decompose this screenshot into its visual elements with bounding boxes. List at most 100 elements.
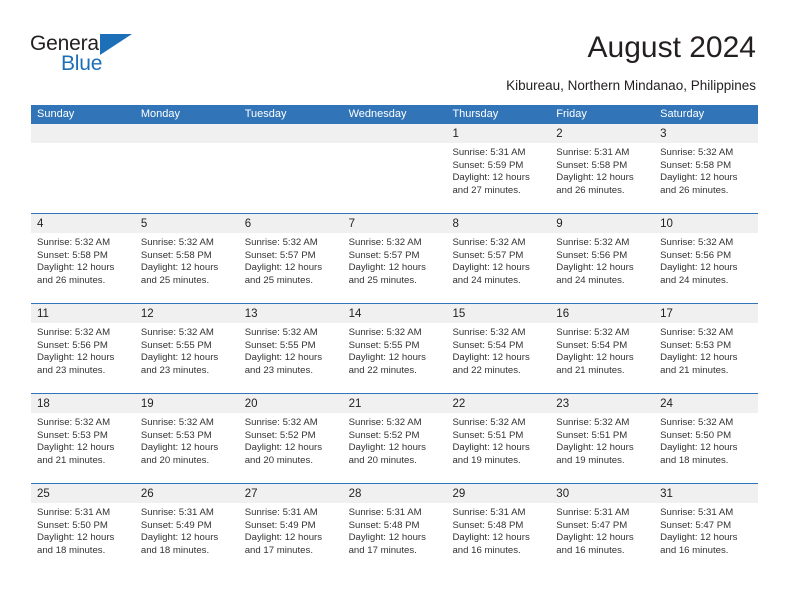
day-number-band: 30	[550, 484, 655, 503]
day-details: Sunrise: 5:32 AM Sunset: 5:54 PM Daylight:…	[446, 323, 550, 377]
day-number-band: 29	[446, 484, 551, 503]
calendar-day-cell[interactable]: 10 Sunrise: 5:32 AM Sunset: 5:56 PM Dayligh…	[654, 214, 759, 303]
daylight-text: Daylight: 12 hours and 24 minutes.	[660, 262, 738, 286]
day-number-band	[134, 124, 239, 143]
daylight-text: Daylight: 12 hours and 16 minutes.	[660, 532, 738, 556]
calendar-day-cell[interactable]: 27 Sunrise: 5:31 AM Sunset: 5:49 PM Dayligh…	[238, 484, 343, 573]
sunset-text: Sunset: 5:57 PM	[348, 249, 420, 261]
sunset-text: Sunset: 5:55 PM	[244, 339, 316, 351]
calendar-day-cell[interactable]: 20 Sunrise: 5:32 AM Sunset: 5:52 PM Dayligh…	[238, 394, 343, 483]
calendar-day-cell[interactable]: 6 Sunrise: 5:32 AM Sunset: 5:57 PM Daylight…	[238, 214, 343, 303]
day-details: Sunrise: 5:32 AM Sunset: 5:53 PM Daylight:…	[31, 413, 135, 467]
calendar-day-cell[interactable]: 2 Sunrise: 5:31 AM Sunset: 5:58 PM Daylight…	[550, 124, 655, 213]
day-details: Sunrise: 5:32 AM Sunset: 5:57 PM Daylight:…	[343, 233, 447, 287]
calendar-day-cell[interactable]: 19 Sunrise: 5:32 AM Sunset: 5:53 PM Dayligh…	[134, 394, 239, 483]
day-details: Sunrise: 5:32 AM Sunset: 5:52 PM Daylight:…	[343, 413, 447, 467]
generalblue-logo[interactable]: General Blue	[30, 33, 160, 81]
day-details: Sunrise: 5:31 AM Sunset: 5:48 PM Daylight:…	[446, 503, 550, 557]
day-number: 28	[348, 488, 362, 500]
day-number: 2	[556, 128, 563, 140]
day-number: 17	[660, 308, 673, 320]
day-details: Sunrise: 5:32 AM Sunset: 5:56 PM Daylight:…	[31, 323, 135, 377]
day-details: Sunrise: 5:31 AM Sunset: 5:48 PM Daylight:…	[343, 503, 447, 557]
calendar-day-cell-empty	[342, 124, 447, 213]
day-number: 29	[452, 488, 466, 500]
calendar-week-row: 25 Sunrise: 5:31 AM Sunset: 5:50 PM Dayligh…	[31, 483, 759, 573]
calendar-day-cell[interactable]: 7 Sunrise: 5:32 AM Sunset: 5:57 PM Daylight…	[342, 214, 447, 303]
sunset-text: Sunset: 5:54 PM	[556, 339, 628, 351]
calendar-day-cell[interactable]: 5 Sunrise: 5:32 AM Sunset: 5:58 PM Daylight…	[134, 214, 239, 303]
day-number: 23	[556, 398, 570, 410]
sunset-text: Sunset: 5:56 PM	[556, 249, 628, 261]
daylight-text: Daylight: 12 hours and 24 minutes.	[452, 262, 530, 286]
calendar-day-cell-empty	[31, 124, 135, 213]
calendar-day-cell[interactable]: 9 Sunrise: 5:32 AM Sunset: 5:56 PM Daylight…	[550, 214, 655, 303]
day-number-band: 11	[31, 304, 135, 323]
sunset-text: Sunset: 5:52 PM	[244, 429, 316, 441]
day-details: Sunrise: 5:32 AM Sunset: 5:53 PM Daylight:…	[135, 413, 239, 467]
daylight-text: Daylight: 12 hours and 25 minutes.	[140, 262, 219, 286]
day-number-band	[238, 124, 343, 143]
calendar-day-cell[interactable]: 17 Sunrise: 5:32 AM Sunset: 5:53 PM Dayligh…	[654, 304, 759, 393]
calendar-day-cell[interactable]: 23 Sunrise: 5:32 AM Sunset: 5:51 PM Dayligh…	[550, 394, 655, 483]
sunrise-text: Sunrise: 5:32 AM	[556, 237, 630, 248]
day-number: 24	[660, 398, 673, 410]
calendar-day-cell[interactable]: 4 Sunrise: 5:32 AM Sunset: 5:58 PM Daylight…	[31, 214, 135, 303]
calendar-day-cell[interactable]: 8 Sunrise: 5:32 AM Sunset: 5:57 PM Daylight…	[446, 214, 551, 303]
calendar-day-cell[interactable]: 31 Sunrise: 5:31 AM Sunset: 5:47 PM Dayligh…	[654, 484, 759, 573]
calendar-day-cell[interactable]: 1 Sunrise: 5:31 AM Sunset: 5:59 PM Daylight…	[446, 124, 551, 213]
day-details: Sunrise: 5:32 AM Sunset: 5:52 PM Daylight:…	[239, 413, 343, 467]
day-number: 20	[244, 398, 258, 410]
calendar-day-cell[interactable]: 15 Sunrise: 5:32 AM Sunset: 5:54 PM Dayligh…	[446, 304, 551, 393]
calendar-day-cell[interactable]: 28 Sunrise: 5:31 AM Sunset: 5:48 PM Dayligh…	[342, 484, 447, 573]
daylight-text: Daylight: 12 hours and 20 minutes.	[348, 442, 426, 466]
calendar-day-cell[interactable]: 21 Sunrise: 5:32 AM Sunset: 5:52 PM Dayligh…	[342, 394, 447, 483]
calendar-day-cell[interactable]: 30 Sunrise: 5:31 AM Sunset: 5:47 PM Dayligh…	[550, 484, 655, 573]
weekday-header-row: Sunday Monday Tuesday Wednesday Thursday Frid…	[31, 105, 758, 124]
daylight-text: Daylight: 12 hours and 26 minutes.	[556, 172, 634, 196]
day-number: 15	[452, 308, 466, 320]
day-number-band: 13	[238, 304, 343, 323]
day-details: Sunrise: 5:32 AM Sunset: 5:57 PM Daylight:…	[239, 233, 343, 287]
calendar-day-cell[interactable]: 16 Sunrise: 5:32 AM Sunset: 5:54 PM Dayligh…	[550, 304, 655, 393]
calendar-day-cell[interactable]: 24 Sunrise: 5:32 AM Sunset: 5:50 PM Dayligh…	[654, 394, 759, 483]
sunrise-text: Sunrise: 5:32 AM	[452, 327, 526, 338]
calendar-day-cell[interactable]: 26 Sunrise: 5:31 AM Sunset: 5:49 PM Dayligh…	[134, 484, 239, 573]
weekday-header-friday: Friday	[556, 108, 587, 120]
calendar-day-cell[interactable]: 11 Sunrise: 5:32 AM Sunset: 5:56 PM Dayligh…	[31, 304, 135, 393]
day-number-band: 28	[342, 484, 447, 503]
sunset-text: Sunset: 5:54 PM	[452, 339, 524, 351]
daylight-text: Daylight: 12 hours and 21 minutes.	[660, 352, 738, 376]
daylight-text: Daylight: 12 hours and 26 minutes.	[37, 262, 115, 286]
day-number: 31	[660, 488, 673, 500]
day-number-band	[31, 124, 135, 143]
calendar-day-cell[interactable]: 22 Sunrise: 5:32 AM Sunset: 5:51 PM Dayligh…	[446, 394, 551, 483]
sunset-text: Sunset: 5:56 PM	[660, 249, 732, 261]
sunrise-text: Sunrise: 5:31 AM	[37, 507, 111, 518]
calendar-day-cell[interactable]: 12 Sunrise: 5:32 AM Sunset: 5:55 PM Dayligh…	[134, 304, 239, 393]
calendar-day-cell[interactable]: 14 Sunrise: 5:32 AM Sunset: 5:55 PM Dayligh…	[342, 304, 447, 393]
daylight-text: Daylight: 12 hours and 24 minutes.	[556, 262, 634, 286]
sunrise-text: Sunrise: 5:32 AM	[660, 417, 734, 428]
calendar-day-cell[interactable]: 29 Sunrise: 5:31 AM Sunset: 5:48 PM Dayligh…	[446, 484, 551, 573]
calendar-day-cell[interactable]: 18 Sunrise: 5:32 AM Sunset: 5:53 PM Dayligh…	[31, 394, 135, 483]
calendar-day-cell[interactable]: 3 Sunrise: 5:32 AM Sunset: 5:58 PM Daylight…	[654, 124, 759, 213]
sunrise-text: Sunrise: 5:31 AM	[556, 147, 630, 158]
day-number-band: 25	[31, 484, 135, 503]
day-number-band: 31	[654, 484, 759, 503]
day-number-band: 12	[134, 304, 239, 323]
day-number-band: 21	[342, 394, 447, 413]
sunrise-text: Sunrise: 5:32 AM	[348, 417, 422, 428]
weekday-header-wednesday: Wednesday	[348, 108, 407, 120]
day-number: 19	[140, 398, 154, 410]
day-number-band: 4	[31, 214, 135, 233]
day-details: Sunrise: 5:32 AM Sunset: 5:55 PM Daylight:…	[343, 323, 447, 377]
calendar-day-cell[interactable]: 25 Sunrise: 5:31 AM Sunset: 5:50 PM Dayligh…	[31, 484, 135, 573]
sunset-text: Sunset: 5:53 PM	[140, 429, 212, 441]
sunrise-text: Sunrise: 5:32 AM	[140, 237, 214, 248]
day-number: 26	[140, 488, 154, 500]
calendar-day-cell[interactable]: 13 Sunrise: 5:32 AM Sunset: 5:55 PM Dayligh…	[238, 304, 343, 393]
day-details: Sunrise: 5:31 AM Sunset: 5:58 PM Daylight:…	[550, 143, 654, 197]
day-number-band: 7	[342, 214, 447, 233]
day-details: Sunrise: 5:32 AM Sunset: 5:56 PM Daylight:…	[550, 233, 654, 287]
